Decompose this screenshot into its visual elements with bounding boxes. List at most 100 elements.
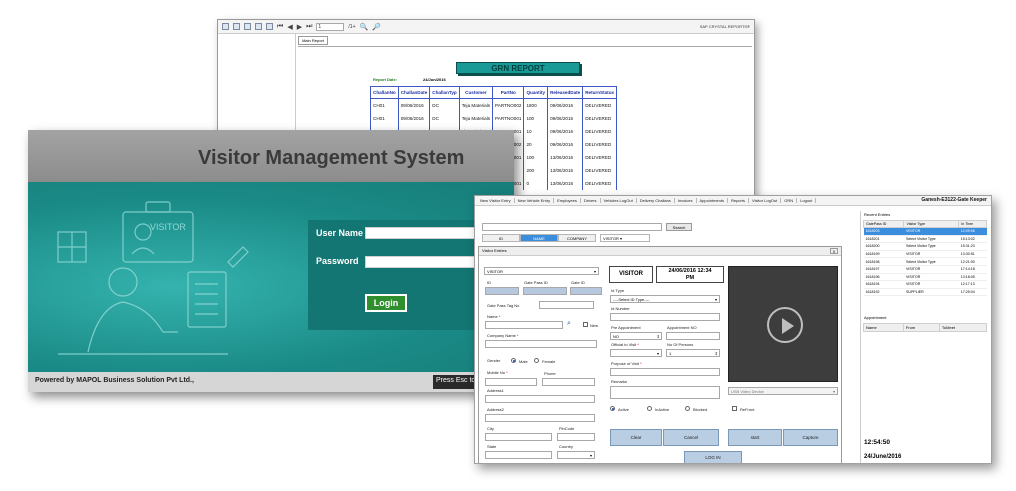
prev-page-icon[interactable]: ◀ bbox=[287, 23, 292, 31]
status-inactive-radio[interactable] bbox=[647, 406, 652, 411]
visitor-type-select[interactable]: VISITOR ▾ bbox=[484, 267, 599, 275]
menu-item[interactable]: Logout bbox=[797, 198, 817, 203]
table-row[interactable]: 1618198 Select Visitor Type 12:21:00 bbox=[863, 257, 987, 266]
menu-item[interactable]: Delivery Challans bbox=[637, 198, 675, 203]
status-active-radio[interactable] bbox=[610, 406, 615, 411]
pincode-field[interactable] bbox=[557, 433, 595, 441]
name-field[interactable] bbox=[485, 321, 563, 329]
table-row[interactable]: 1618197 VISITOR 17:14:18 bbox=[863, 265, 987, 274]
id-type-select[interactable]: ----Select ID Type---- ▾ bbox=[610, 295, 720, 303]
user-name-input[interactable] bbox=[365, 227, 491, 239]
table-row[interactable]: 1618192 SUPPLIER 17:25:04 bbox=[863, 288, 987, 297]
id-type-value: ----Select ID Type---- bbox=[613, 297, 650, 302]
parameters-icon[interactable] bbox=[266, 23, 273, 30]
find-icon[interactable]: 🔍 bbox=[360, 23, 369, 31]
appointment-column-header[interactable]: ToMeet bbox=[938, 323, 988, 332]
login-button[interactable]: Login bbox=[365, 294, 407, 312]
status-blocked-radio[interactable] bbox=[685, 406, 690, 411]
zoom-icon[interactable]: 🔎 bbox=[372, 23, 381, 31]
table-row[interactable]: 1618203 VISITOR 12:09:06 bbox=[863, 227, 987, 236]
address1-field[interactable] bbox=[485, 395, 595, 403]
print-icon[interactable] bbox=[233, 23, 240, 30]
grn-header-row: ChallanNo ChallanDate ChallanTyp Customer Pa… bbox=[370, 86, 618, 99]
login-submit-button[interactable]: LOG IN bbox=[684, 451, 742, 463]
new-checkbox[interactable] bbox=[583, 322, 588, 327]
last-page-icon[interactable]: ⏭ bbox=[306, 23, 312, 31]
toggle-tree-icon[interactable] bbox=[255, 23, 262, 30]
recent-column-header[interactable]: GatePass ID bbox=[862, 220, 905, 228]
city-field[interactable] bbox=[485, 433, 552, 441]
menu-item[interactable]: Appointments bbox=[697, 198, 728, 203]
recent-column-header[interactable]: Visitor Type bbox=[903, 220, 960, 228]
table-cell: 1618197 bbox=[863, 265, 904, 274]
tab-search-name[interactable]: NAME bbox=[520, 234, 558, 242]
tab-search-id[interactable]: ID bbox=[482, 234, 520, 242]
cancel-button[interactable]: Cancel bbox=[663, 429, 719, 446]
menu-item[interactable]: Reports bbox=[728, 198, 749, 203]
search-button[interactable]: Search bbox=[666, 223, 692, 231]
recent-column-header[interactable]: In Time bbox=[958, 220, 987, 228]
remarks-field[interactable] bbox=[610, 386, 720, 399]
table-cell: 09/06/2016 bbox=[547, 111, 584, 125]
play-icon[interactable] bbox=[767, 307, 803, 343]
export-icon[interactable] bbox=[222, 23, 229, 30]
mobile-field[interactable] bbox=[485, 378, 537, 386]
gate-pass-tag-field[interactable] bbox=[539, 301, 594, 309]
gate-pass-id-field[interactable] bbox=[523, 287, 567, 295]
official-select[interactable]: ▾ bbox=[610, 349, 662, 357]
tab-main-report[interactable]: Main Report bbox=[298, 36, 328, 45]
id-number-field[interactable] bbox=[610, 313, 720, 321]
main-window: New Visitor Entry New Vehicle Entry Employ… bbox=[474, 195, 992, 464]
search-input[interactable] bbox=[482, 223, 662, 231]
table-row[interactable]: 1618199 VISITOR 13:30:51 bbox=[863, 250, 987, 259]
phone-field[interactable] bbox=[542, 378, 595, 386]
menu-item[interactable]: New Vehicle Entry bbox=[515, 198, 555, 203]
clear-button[interactable]: Clear bbox=[610, 429, 662, 446]
table-row[interactable]: 1618200 Select Visitor Type 15:31:23 bbox=[863, 242, 987, 251]
search-type-select[interactable]: VISITOR ▾ bbox=[600, 234, 650, 242]
capture-button[interactable]: Capture bbox=[783, 429, 838, 446]
country-select[interactable]: ▾ bbox=[557, 451, 595, 459]
table-cell: VISITOR bbox=[903, 265, 959, 274]
refresh-icon[interactable] bbox=[244, 23, 251, 30]
gender-male-radio[interactable] bbox=[511, 358, 516, 363]
menu-item[interactable]: Invoices bbox=[675, 198, 697, 203]
grn-column-header: Customer bbox=[458, 86, 494, 99]
menu-item[interactable]: Vehicles LogOut bbox=[601, 198, 637, 203]
next-page-icon[interactable]: ▶ bbox=[297, 23, 302, 31]
menu-item[interactable]: GRN bbox=[781, 198, 798, 203]
refront-checkbox[interactable] bbox=[732, 406, 737, 411]
logged-in-user: Ganesh-E3122-Gate Keeper bbox=[921, 197, 987, 203]
appointment-column-header[interactable]: From bbox=[902, 323, 940, 332]
first-page-icon[interactable]: ⏮ bbox=[277, 23, 283, 31]
gate-id-field[interactable] bbox=[570, 287, 602, 295]
pre-appointment-select[interactable]: NO ⇕ bbox=[610, 332, 662, 340]
appointment-column-header[interactable]: Name bbox=[863, 323, 904, 332]
pre-appointment-label: Pre Appointment bbox=[611, 325, 641, 330]
menu-item[interactable]: Drivers bbox=[581, 198, 601, 203]
table-row[interactable]: 1618194 VISITOR 12:17:13 bbox=[863, 280, 987, 289]
tab-search-company[interactable]: COMPANY bbox=[558, 234, 596, 242]
start-button[interactable]: start bbox=[728, 429, 782, 446]
table-row[interactable]: 1618196 VISITOR 13:18:05 bbox=[863, 273, 987, 282]
menu-item[interactable]: New Visitor Entry bbox=[477, 198, 515, 203]
page-number[interactable]: 1 bbox=[316, 22, 345, 31]
table-cell: 13/06/2016 bbox=[547, 150, 584, 164]
password-input[interactable] bbox=[365, 256, 491, 268]
menu-item[interactable]: Employees bbox=[554, 198, 581, 203]
search-icon[interactable]: ⌕ bbox=[567, 320, 571, 328]
close-button[interactable]: X bbox=[830, 248, 838, 254]
persons-stepper[interactable]: 1 ⇕ bbox=[666, 349, 720, 357]
address2-field[interactable] bbox=[485, 414, 595, 422]
company-field[interactable] bbox=[485, 340, 597, 348]
gender-female-radio[interactable] bbox=[534, 358, 539, 363]
gender-label: Gender bbox=[487, 358, 501, 363]
table-row[interactable]: 1618201 Select Visitor Type 15:13:02 bbox=[863, 235, 987, 244]
table-cell: 100 bbox=[523, 150, 549, 164]
id-field[interactable] bbox=[485, 287, 519, 295]
state-field[interactable] bbox=[485, 451, 552, 459]
video-device-select[interactable]: USB Video Device ▾ bbox=[728, 387, 838, 395]
purpose-field[interactable] bbox=[610, 368, 720, 376]
menu-item[interactable]: Visitor LogOut bbox=[749, 198, 782, 203]
appointment-no-field[interactable] bbox=[666, 332, 720, 340]
